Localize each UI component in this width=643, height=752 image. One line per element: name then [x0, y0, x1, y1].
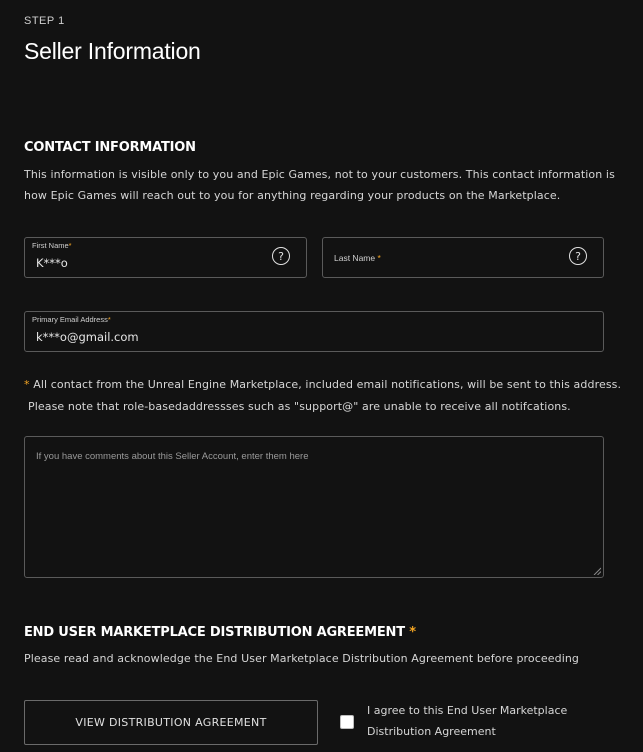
question-circle-icon[interactable]: ? — [272, 247, 290, 265]
first-name-field[interactable]: First Name* K***o ? — [24, 237, 307, 278]
resize-grip-icon[interactable] — [593, 567, 601, 575]
required-asterisk: * — [377, 253, 381, 263]
email-note-line-1: * All contact from the Unreal Engine Mar… — [24, 378, 622, 391]
required-asterisk: * — [24, 378, 30, 391]
agreement-description: Please read and acknowledge the End User… — [24, 652, 580, 665]
last-name-label: Last Name * — [334, 253, 381, 263]
step-label: STEP 1 — [24, 15, 65, 27]
view-distribution-agreement-button[interactable]: VIEW DISTRIBUTION AGREEMENT — [24, 700, 318, 745]
agree-label-line-2: Distribution Agreement — [367, 725, 496, 738]
email-field[interactable]: Primary Email Address* k***o@gmail.com — [24, 311, 604, 352]
required-asterisk: * — [409, 625, 416, 640]
required-asterisk: * — [68, 241, 72, 250]
agree-label: I agree to this End User Marketplace Dis… — [367, 700, 597, 742]
agreement-section-heading: END USER MARKETPLACE DISTRIBUTION AGREEM… — [24, 625, 416, 640]
contact-description-line-2: how Epic Games will reach out to you for… — [24, 189, 561, 202]
agree-label-line-1: I agree to this End User Marketplace — [367, 704, 568, 717]
page-title: Seller Information — [24, 38, 201, 64]
email-label: Primary Email Address* — [32, 315, 111, 324]
email-input[interactable]: k***o@gmail.com — [36, 330, 139, 344]
email-note-line-2: Please note that role-basedaddressses su… — [28, 400, 571, 413]
agree-checkbox[interactable] — [340, 715, 354, 729]
last-name-field[interactable]: Last Name * ? — [322, 237, 604, 278]
comments-placeholder: If you have comments about this Seller A… — [36, 451, 309, 462]
first-name-input[interactable]: K***o — [36, 256, 68, 270]
contact-description-line-1: This information is visible only to you … — [24, 168, 615, 181]
comments-textarea[interactable]: If you have comments about this Seller A… — [24, 436, 604, 578]
question-circle-icon[interactable]: ? — [569, 247, 587, 265]
contact-section-heading: CONTACT INFORMATION — [24, 140, 196, 155]
first-name-label: First Name* — [32, 241, 72, 250]
required-asterisk: * — [107, 315, 111, 324]
